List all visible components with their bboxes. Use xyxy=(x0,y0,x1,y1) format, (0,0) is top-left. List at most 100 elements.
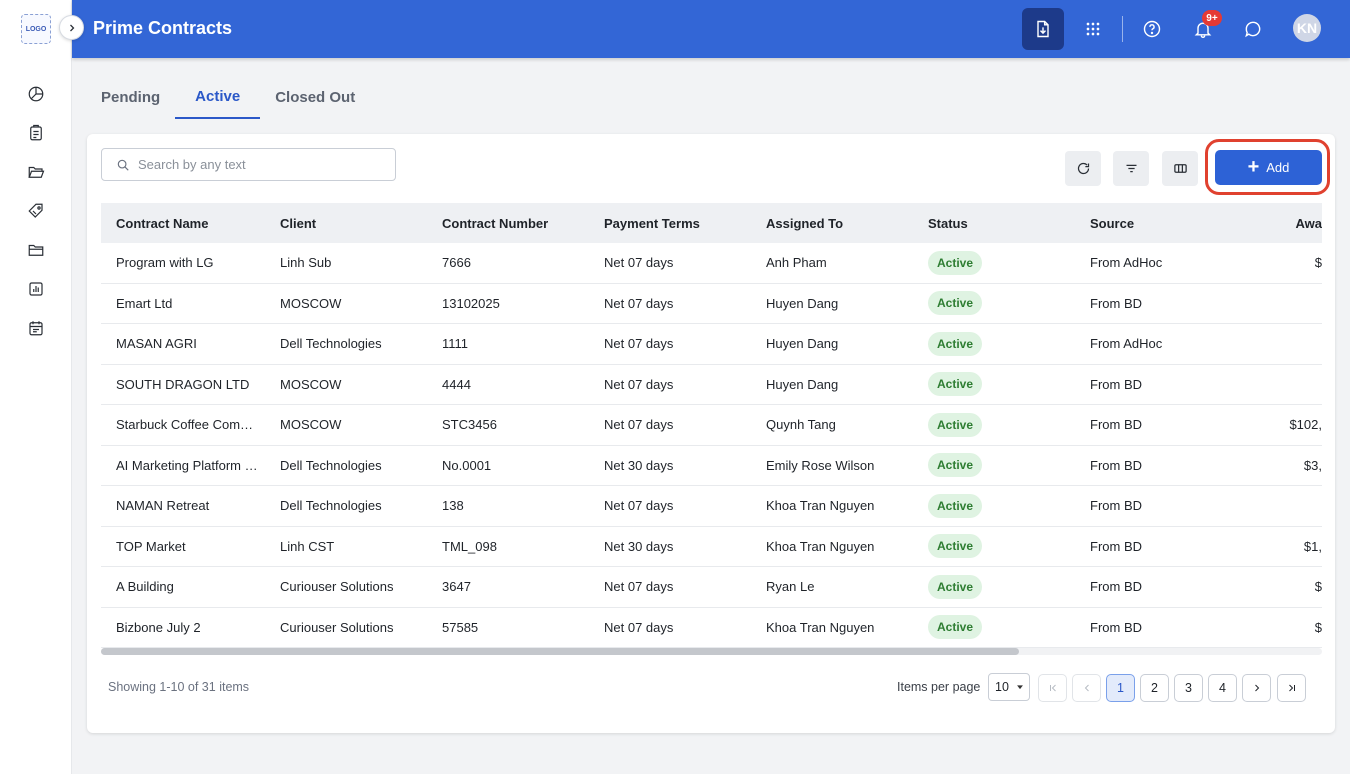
next-page-button[interactable] xyxy=(1242,674,1271,702)
column-header[interactable]: Source xyxy=(1075,216,1237,231)
status-badge: Active xyxy=(928,534,983,559)
filter-button[interactable] xyxy=(1113,151,1149,186)
first-page-icon xyxy=(1049,684,1056,692)
avatar[interactable]: KN xyxy=(1293,14,1321,42)
status-badge: Active xyxy=(928,493,983,518)
tab-pending[interactable]: Pending xyxy=(86,76,175,119)
scrollbar-thumb[interactable] xyxy=(101,648,1019,655)
last-page-button[interactable] xyxy=(1277,674,1306,702)
table-header: Contract Name Client Contract Number Pay… xyxy=(101,203,1322,243)
cell-contract-number: STC3456 xyxy=(442,417,497,433)
table-row[interactable]: A Building Curiouser Solutions 3647 Net 07 … xyxy=(101,567,1322,608)
sidebar-nav xyxy=(22,80,50,353)
caret-down-icon xyxy=(1016,685,1023,690)
column-header[interactable]: Awa xyxy=(1237,216,1323,231)
cell-payment-terms: Net 07 days xyxy=(604,579,674,595)
cell-award: $102, xyxy=(1289,417,1322,433)
add-button-label: Add xyxy=(1266,160,1290,175)
apps-button[interactable] xyxy=(1072,8,1114,50)
left-sidebar: LOGO xyxy=(0,0,72,774)
table-row[interactable]: TOP Market Linh CST TML_098 Net 30 days Khoa… xyxy=(101,527,1322,567)
filter-icon xyxy=(1126,164,1136,173)
tab-closed-out[interactable]: Closed Out xyxy=(260,76,370,119)
refresh-button[interactable] xyxy=(1065,151,1101,186)
table-row[interactable]: SOUTH DRAGON LTD MOSCOW 4444 Net 07 days Huy… xyxy=(101,365,1322,405)
last-page-icon xyxy=(1288,684,1295,692)
cell-assigned-to: Khoa Tran Nguyen xyxy=(766,538,875,554)
items-count-text: Showing 1-10 of 31 items xyxy=(108,680,250,694)
table-row[interactable]: Bizbone July 2 Curiouser Solutions 57585 Ne… xyxy=(101,608,1322,648)
cell-assigned-to: Anh Pham xyxy=(766,255,827,271)
cell-contract-number: No.0001 xyxy=(442,457,492,473)
cell-contract-name: Bizbone July 2 xyxy=(116,619,201,635)
cell-assigned-to: Emily Rose Wilson xyxy=(766,457,875,473)
chat-button[interactable] xyxy=(1232,8,1274,50)
cell-payment-terms: Net 07 days xyxy=(604,498,674,514)
pie-chart-icon[interactable] xyxy=(22,80,50,108)
cell-contract-name: Starbuck Coffee Com… xyxy=(116,417,254,433)
cell-status: Active xyxy=(913,331,1075,356)
folder-open-icon[interactable] xyxy=(22,158,50,186)
column-header[interactable]: Contract Number xyxy=(427,216,589,231)
cell-contract-name: SOUTH DRAGON LTD xyxy=(116,376,250,392)
cell-status: Active xyxy=(913,574,1075,599)
status-badge: Active xyxy=(928,615,983,640)
column-header[interactable]: Contract Name xyxy=(101,216,265,231)
app-logo[interactable]: LOGO xyxy=(21,14,51,44)
cell-client: Linh CST xyxy=(280,538,335,554)
search-icon xyxy=(117,159,129,171)
cell-award: $ xyxy=(1314,255,1322,271)
column-header[interactable]: Client xyxy=(265,216,427,231)
items-per-page-select[interactable]: 10 xyxy=(988,673,1030,701)
cell-assigned-to: Huyen Dang xyxy=(766,295,839,311)
table-row[interactable]: NAMAN Retreat Dell Technologies 138 Net 07 … xyxy=(101,486,1322,527)
clipboard-icon[interactable] xyxy=(22,119,50,147)
column-header[interactable]: Status xyxy=(913,216,1075,231)
cell-source: From BD xyxy=(1090,295,1142,311)
help-button[interactable] xyxy=(1131,8,1173,50)
bar-chart-icon[interactable] xyxy=(22,275,50,303)
add-button-highlight: + Add xyxy=(1205,139,1330,195)
table-row[interactable]: MASAN AGRI Dell Technologies 1111 Net 07 da… xyxy=(101,324,1322,365)
table-row[interactable]: Program with LG Linh Sub 7666 Net 07 days An… xyxy=(101,243,1322,284)
chevron-left-icon xyxy=(1084,684,1089,692)
cell-client: Linh Sub xyxy=(280,255,332,271)
table-row[interactable]: Starbuck Coffee Com… MOSCOW STC3456 Net 07 … xyxy=(101,405,1322,446)
cell-status: Active xyxy=(913,493,1075,518)
tag-icon[interactable] xyxy=(22,197,50,225)
cell-status: Active xyxy=(913,291,1075,316)
page-button-2[interactable]: 2 xyxy=(1140,674,1169,702)
column-header[interactable]: Assigned To xyxy=(751,216,913,231)
sidebar-expand-button[interactable] xyxy=(59,15,84,40)
cell-contract-number: 3647 xyxy=(442,579,471,595)
page-button-4[interactable]: 4 xyxy=(1208,674,1237,702)
first-page-button[interactable] xyxy=(1038,674,1067,702)
cell-contract-name: A Building xyxy=(116,579,174,595)
add-button[interactable]: + Add xyxy=(1215,150,1322,185)
cell-contract-name: NAMAN Retreat xyxy=(116,498,210,514)
page-button-3[interactable]: 3 xyxy=(1174,674,1203,702)
status-badge: Active xyxy=(928,453,983,478)
column-header[interactable]: Payment Terms xyxy=(589,216,751,231)
search-input[interactable] xyxy=(138,157,378,172)
prev-page-button[interactable] xyxy=(1072,674,1101,702)
table-body: Program with LG Linh Sub 7666 Net 07 days An… xyxy=(101,243,1322,648)
folder-icon[interactable] xyxy=(22,236,50,264)
table-row[interactable]: Emart Ltd MOSCOW 13102025 Net 07 days Huyen … xyxy=(101,284,1322,324)
columns-button[interactable] xyxy=(1162,151,1198,186)
cell-contract-name: Program with LG xyxy=(116,255,214,271)
cell-source: From BD xyxy=(1090,498,1142,514)
horizontal-scrollbar[interactable] xyxy=(101,648,1322,655)
cell-contract-number: 4444 xyxy=(442,376,471,392)
table-row[interactable]: AI Marketing Platform … Dell Technologies… xyxy=(101,446,1322,486)
tab-active[interactable]: Active xyxy=(175,76,261,119)
page-button-1[interactable]: 1 xyxy=(1106,674,1135,702)
chevron-right-icon xyxy=(1254,684,1259,692)
cell-payment-terms: Net 07 days xyxy=(604,376,674,392)
help-icon xyxy=(1143,20,1161,38)
status-badge: Active xyxy=(928,331,983,356)
cell-award: $ xyxy=(1314,619,1322,635)
status-tabs: Pending Active Closed Out xyxy=(86,76,370,119)
calendar-icon[interactable] xyxy=(22,314,50,342)
export-button[interactable] xyxy=(1022,8,1064,50)
